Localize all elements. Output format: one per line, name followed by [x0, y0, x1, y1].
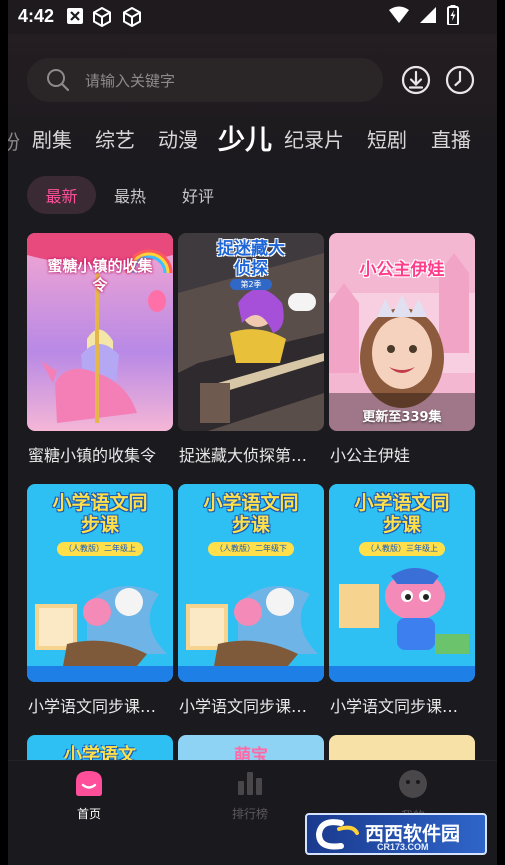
search-bar[interactable]: 请输入关键字 — [27, 58, 383, 102]
video-card[interactable]: 蜜糖小镇的收集令 蜜糖小镇的收集令 — [27, 233, 173, 465]
app-screen: 4:42 请输入关键字 纷 剧集 综艺 动漫 少儿 纪录片 短剧 直播 最新 最… — [8, 0, 497, 865]
video-title: 小学语文同步课… — [28, 697, 157, 716]
site-watermark: 西西软件园 CR173.COM — [305, 813, 487, 855]
battery-charging-icon — [447, 5, 459, 29]
ranking-icon — [235, 772, 265, 801]
tab-anime[interactable]: 动漫 — [158, 124, 198, 153]
video-card[interactable]: 小学语文同步课 （人教版）二年级下 小学语文同步课… — [178, 484, 324, 716]
poster-image: 捉迷藏大侦探 第2季 — [178, 233, 324, 431]
video-title: 蜜糖小镇的收集令 — [28, 446, 157, 465]
close-box-icon — [66, 7, 86, 27]
tab-documentary[interactable]: 纪录片 — [284, 124, 344, 153]
video-card[interactable]: 小公主伊娃 更新至339集 小公主伊娃 — [329, 233, 475, 465]
category-tab-partial[interactable]: 纷 — [8, 126, 20, 152]
home-icon — [74, 771, 104, 801]
tab-kids[interactable]: 少儿 — [218, 118, 272, 157]
wifi-icon — [389, 6, 409, 28]
episode-badge: 更新至339集 — [362, 410, 442, 425]
watermark-logo-icon — [313, 817, 363, 853]
video-card[interactable]: 小学语文同步课 （人教版）三年级上 小学语文同步课… — [329, 484, 475, 716]
filter-hottest[interactable]: 最热 — [96, 176, 164, 214]
video-card[interactable]: 小学语文同步课 （人教版）二年级上 小学语文同步课… — [27, 484, 173, 716]
system-icons — [389, 5, 459, 29]
nav-home[interactable]: 首页 — [49, 769, 129, 822]
category-tabs: 纷 剧集 综艺 动漫 少儿 纪录片 短剧 直播 — [8, 118, 497, 158]
cube-icon — [122, 6, 142, 28]
profile-icon — [398, 770, 428, 803]
video-title: 小公主伊娃 — [330, 446, 411, 465]
filter-latest[interactable]: 最新 — [27, 176, 96, 214]
tab-short-drama[interactable]: 短剧 — [367, 124, 407, 153]
search-icon — [46, 68, 70, 96]
search-input[interactable]: 请输入关键字 — [85, 70, 175, 91]
history-clock-icon[interactable] — [444, 64, 476, 96]
signal-icon — [419, 6, 437, 28]
video-title: 小学语文同步课… — [330, 697, 459, 716]
filter-top-rated[interactable]: 好评 — [164, 176, 232, 214]
cube-icon — [92, 6, 112, 28]
poster-image: 小学语文同步课 （人教版）二年级上 — [27, 484, 173, 682]
nav-ranking-label: 排行榜 — [231, 807, 268, 821]
tab-variety[interactable]: 综艺 — [95, 124, 135, 153]
video-title: 捉迷藏大侦探第… — [179, 446, 308, 465]
tab-live[interactable]: 直播 — [431, 124, 471, 153]
status-time: 4:42 — [18, 6, 55, 26]
watermark-sub: CR173.COM — [377, 842, 429, 852]
poster-image: 蜜糖小镇的收集令 — [27, 233, 173, 431]
poster-image: 小公主伊娃 更新至339集 — [329, 233, 475, 431]
download-icon[interactable] — [400, 64, 432, 96]
video-title: 小学语文同步课… — [179, 697, 308, 716]
status-bar: 4:42 — [8, 0, 497, 34]
poster-image: 小学语文同步课 （人教版）三年级上 — [329, 484, 475, 682]
nav-home-label: 首页 — [76, 807, 101, 821]
poster-image: 小学语文同步课 （人教版）二年级下 — [178, 484, 324, 682]
video-card[interactable]: 捉迷藏大侦探 第2季 捉迷藏大侦探第… — [178, 233, 324, 465]
nav-ranking[interactable]: 排行榜 — [210, 769, 290, 822]
tab-series[interactable]: 剧集 — [32, 124, 72, 153]
